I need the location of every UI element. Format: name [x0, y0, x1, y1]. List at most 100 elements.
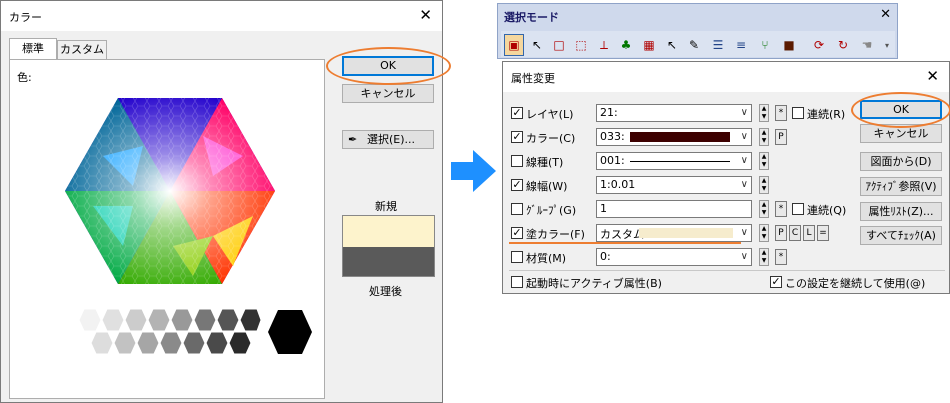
linetype-sample-line	[630, 161, 730, 162]
material-spinner[interactable]: ▲ ▼	[759, 248, 769, 266]
cancel-button[interactable]: キャンセル	[342, 84, 434, 103]
close-icon[interactable]: ✕	[926, 66, 939, 86]
shape-icon[interactable]: ⟳	[809, 34, 829, 56]
fill-l-button[interactable]: L	[803, 225, 815, 241]
color-p-button[interactable]: P	[775, 129, 787, 145]
paint-select-icon[interactable]: ✎	[684, 34, 704, 56]
thick-lines-icon[interactable]: ≡	[731, 34, 751, 56]
dashed-rect-icon[interactable]: ⬚	[571, 34, 591, 56]
toolbar-close-icon[interactable]: ✕	[880, 7, 891, 22]
linewidth-combo[interactable]: 1:0.01 ∨	[596, 176, 752, 194]
tab-custom[interactable]: カスタム	[57, 40, 107, 60]
check-icon: ✓	[512, 226, 522, 239]
attribute-list-button[interactable]: 属性ﾘｽﾄ(Z)...	[860, 202, 942, 221]
continue-use-label: この設定を継続して使用(@)	[785, 277, 926, 290]
layer-star-button[interactable]: *	[775, 105, 787, 121]
check-all-button[interactable]: すべてﾁｪｯｸ(A)	[860, 226, 942, 245]
continue-use-checkbox[interactable]: ✓	[770, 276, 782, 288]
eyedropper-label: 選択(E)...	[367, 133, 416, 146]
fill-color-underline	[509, 242, 741, 244]
color-hexagon-picker[interactable]	[63, 96, 277, 286]
color-dialog-title: カラー	[9, 11, 42, 24]
material-checkbox[interactable]	[511, 251, 523, 263]
material-combo[interactable]: 0: ∨	[596, 248, 752, 266]
layer-value: 21:	[600, 106, 618, 119]
fill-color-combo[interactable]: カスタム ∨	[596, 224, 752, 242]
fill-p-button[interactable]: P	[775, 225, 787, 241]
ok-highlight-ring	[326, 47, 451, 85]
pointer-rect-icon[interactable]: ↖	[662, 34, 682, 56]
chevron-down-icon: ∨	[740, 227, 748, 238]
selection-mode-toolbar: 選択モード ✕ ▣ ↖ □ ⬚ ⟂ ♣ ▦ ↖ ✎ ☰ ≡ ⑂ ■ ⟳ ↻ ☚ …	[497, 3, 898, 59]
color-dialog: カラー ✕ 標準 カスタム 色: OK キャンセル ✒ 選択(E)... 新規 …	[0, 0, 451, 403]
linetype-spinner[interactable]: ▲ ▼	[759, 152, 769, 170]
eyedropper-select-button[interactable]: ✒ 選択(E)...	[342, 130, 434, 149]
group-label: ｸﾞﾙｰﾌﾟ(G)	[526, 204, 577, 217]
linetype-value: 001:	[600, 154, 625, 167]
layer-spinner[interactable]: ▲ ▼	[759, 104, 769, 122]
branch-icon[interactable]: ⑂	[755, 34, 775, 56]
fill-color-spinner[interactable]: ▲ ▼	[759, 224, 769, 242]
rect-select-icon[interactable]: □	[549, 34, 569, 56]
fill-color-label: 塗カラー(F)	[526, 228, 585, 241]
startup-active-label: 起動時にアクティブ属性(B)	[526, 277, 662, 290]
color-spinner[interactable]: ▲ ▼	[759, 128, 769, 146]
chevron-down-icon: ∨	[740, 179, 748, 190]
pointer-icon[interactable]: ↖	[527, 34, 547, 56]
attr-ok-highlight-ring	[851, 92, 950, 128]
group-input[interactable]: 1	[596, 200, 752, 218]
layer-combo[interactable]: 21: ∨	[596, 104, 752, 122]
material-label: 材質(M)	[526, 252, 567, 265]
chevron-down-icon: ∨	[740, 251, 748, 262]
tab-standard[interactable]: 標準	[9, 38, 57, 60]
layer-checkbox[interactable]: ✓	[511, 107, 523, 119]
check-icon: ✓	[512, 178, 522, 191]
chart-icon[interactable]: ↻	[833, 34, 853, 56]
group-spinner[interactable]: ▲ ▼	[759, 200, 769, 218]
group-star-button[interactable]: *	[775, 201, 787, 217]
new-color-swatch	[342, 215, 435, 247]
check-icon: ✓	[771, 275, 781, 288]
black-hex-swatch[interactable]	[267, 309, 313, 355]
startup-active-checkbox[interactable]	[511, 276, 523, 288]
hand-icon[interactable]: ☚	[857, 34, 877, 56]
lines-icon[interactable]: ☰	[708, 34, 728, 56]
linetype-combo[interactable]: 001: ∨	[596, 152, 752, 170]
layer-label: レイヤ(L)	[526, 108, 574, 121]
grayscale-picker[interactable]	[79, 309, 261, 355]
close-icon[interactable]: ✕	[419, 5, 432, 25]
person-icon[interactable]: ♣	[616, 34, 636, 56]
linewidth-value: 1:0.01	[600, 178, 636, 191]
line-select-icon[interactable]: ⟂	[594, 34, 614, 56]
linetype-checkbox[interactable]	[511, 155, 523, 167]
color-label: 色:	[17, 71, 32, 84]
from-drawing-button[interactable]: 図面から(D)	[860, 152, 942, 171]
renzoku-r-checkbox[interactable]	[792, 107, 804, 119]
renzoku-q-label: 連続(Q)	[807, 204, 847, 217]
fill-color-checkbox[interactable]: ✓	[511, 227, 523, 239]
block-icon[interactable]: ■	[779, 34, 799, 56]
select-mode-icon[interactable]: ▣	[504, 34, 524, 56]
fill-c-button[interactable]: C	[789, 225, 801, 241]
linewidth-checkbox[interactable]: ✓	[511, 179, 523, 191]
color-combo[interactable]: 033: ∨	[596, 128, 752, 146]
attribute-dialog: 属性変更 ✕ ✓ レイヤ(L) 21: ∨ ▲ ▼ * 連続(R) ✓ カラー(C…	[502, 61, 950, 294]
group-value: 1	[600, 202, 607, 215]
grid-select-icon[interactable]: ▦	[639, 34, 659, 56]
fill-eq-button[interactable]: =	[817, 225, 829, 241]
renzoku-q-checkbox[interactable]	[792, 203, 804, 215]
color-swatch	[630, 132, 730, 142]
linewidth-spinner[interactable]: ▲ ▼	[759, 176, 769, 194]
attribute-dialog-title: 属性変更	[511, 72, 555, 85]
linetype-label: 線種(T)	[526, 156, 564, 169]
group-checkbox[interactable]	[511, 203, 523, 215]
chevron-down-icon: ∨	[740, 155, 748, 166]
active-reference-button[interactable]: ｱｸﾃｨﾌﾞ参照(V)	[860, 177, 942, 196]
color-label: カラー(C)	[526, 132, 576, 145]
fill-color-value: カスタム	[600, 228, 644, 241]
color-value: 033:	[600, 130, 625, 143]
color-checkbox[interactable]: ✓	[511, 131, 523, 143]
material-star-button[interactable]: *	[775, 249, 787, 265]
dropdown-arrow-icon[interactable]: ▾	[877, 34, 897, 56]
chevron-down-icon: ∨	[740, 107, 748, 118]
